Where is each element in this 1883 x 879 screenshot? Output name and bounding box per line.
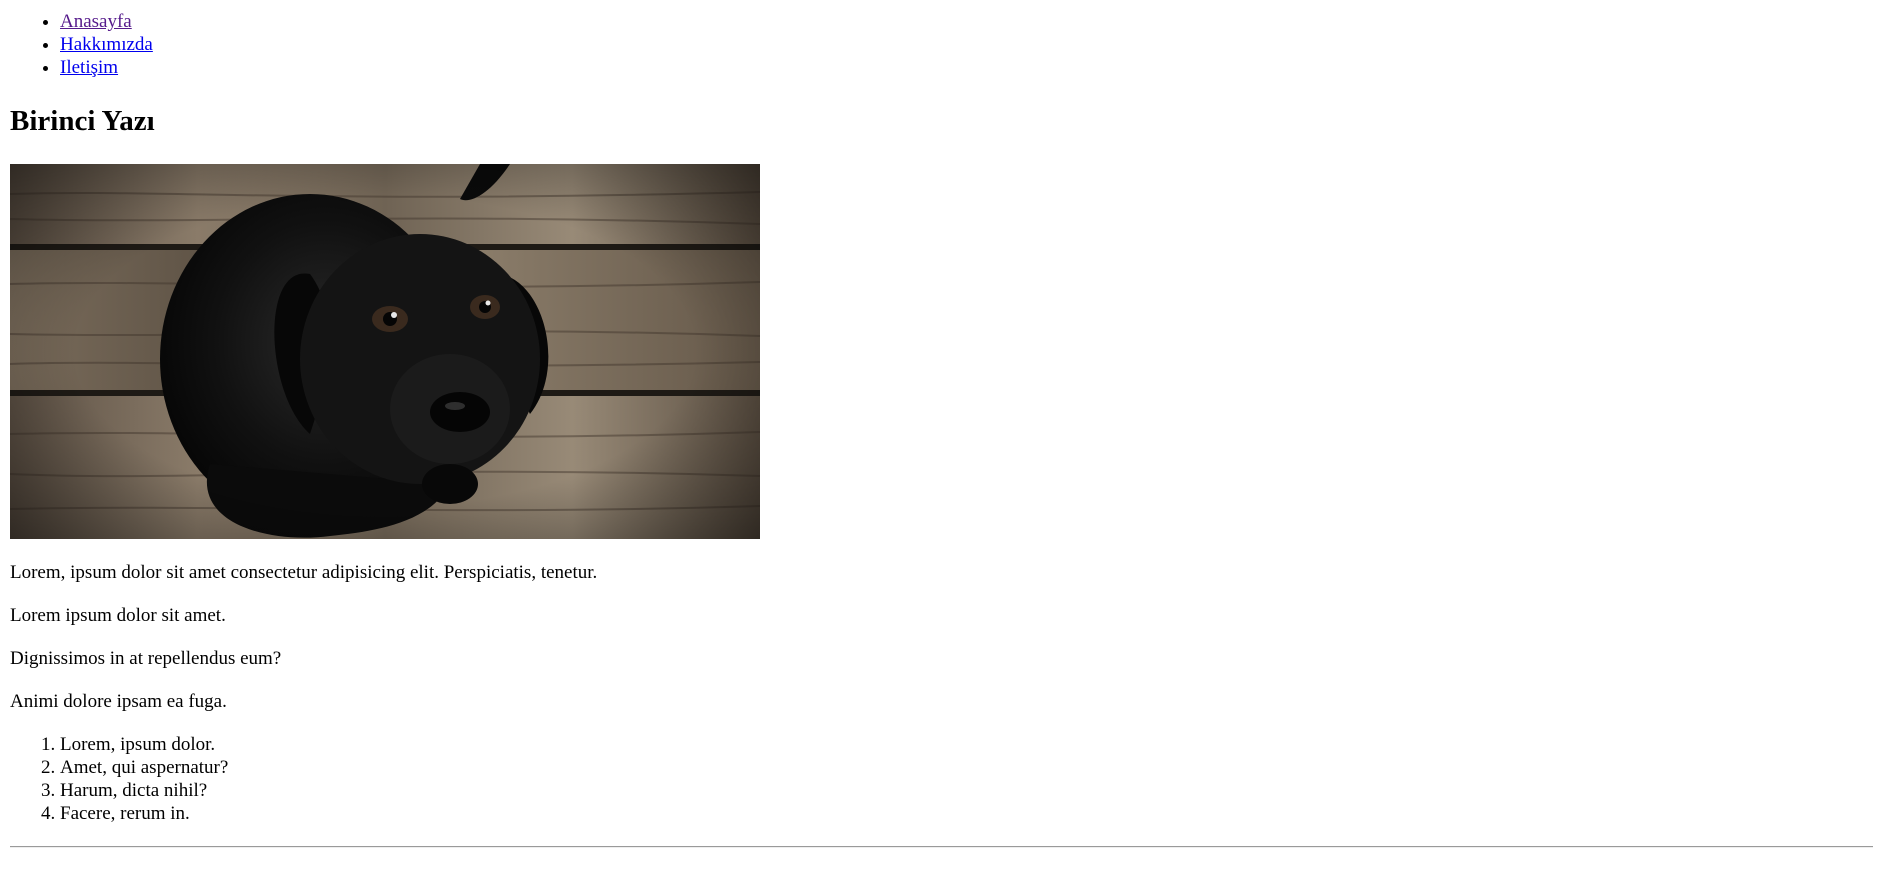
nav-link-home[interactable]: Anasayfa [60, 11, 132, 32]
paragraph: Animi dolore ipsam ea fuga. [10, 691, 227, 712]
nav-item: Hakkımızda [60, 33, 1873, 56]
nav-link-contact[interactable]: Iletişim [60, 57, 118, 78]
list-item: Facere, rerum in. [60, 802, 1863, 825]
nav-menu: Anasayfa Hakkımızda Iletişim [10, 10, 1873, 79]
article-title: Birinci Yazı [10, 105, 155, 137]
page: Anasayfa Hakkımızda Iletişim Birinci Yaz… [0, 10, 1883, 848]
nav-item: Iletişim [60, 56, 1873, 79]
nav-link-about[interactable]: Hakkımızda [60, 34, 153, 55]
list-item: Harum, dicta nihil? [60, 779, 1863, 802]
article-body: Lorem, ipsum dolor sit amet consectetur … [10, 561, 1863, 825]
paragraph: Lorem ipsum dolor sit amet. [10, 605, 226, 626]
paragraph: Dignissimos in at repellendus eum? [10, 648, 282, 669]
list-item: Lorem, ipsum dolor. [60, 733, 1863, 756]
horizontal-divider [10, 846, 1873, 848]
paragraph: Lorem, ipsum dolor sit amet consectetur … [10, 562, 598, 583]
nav-item: Anasayfa [60, 10, 1873, 33]
list-item: Amet, qui aspernatur? [60, 756, 1863, 779]
article-image [10, 164, 760, 539]
ordered-list: Lorem, ipsum dolor. Amet, qui aspernatur… [10, 733, 1863, 825]
